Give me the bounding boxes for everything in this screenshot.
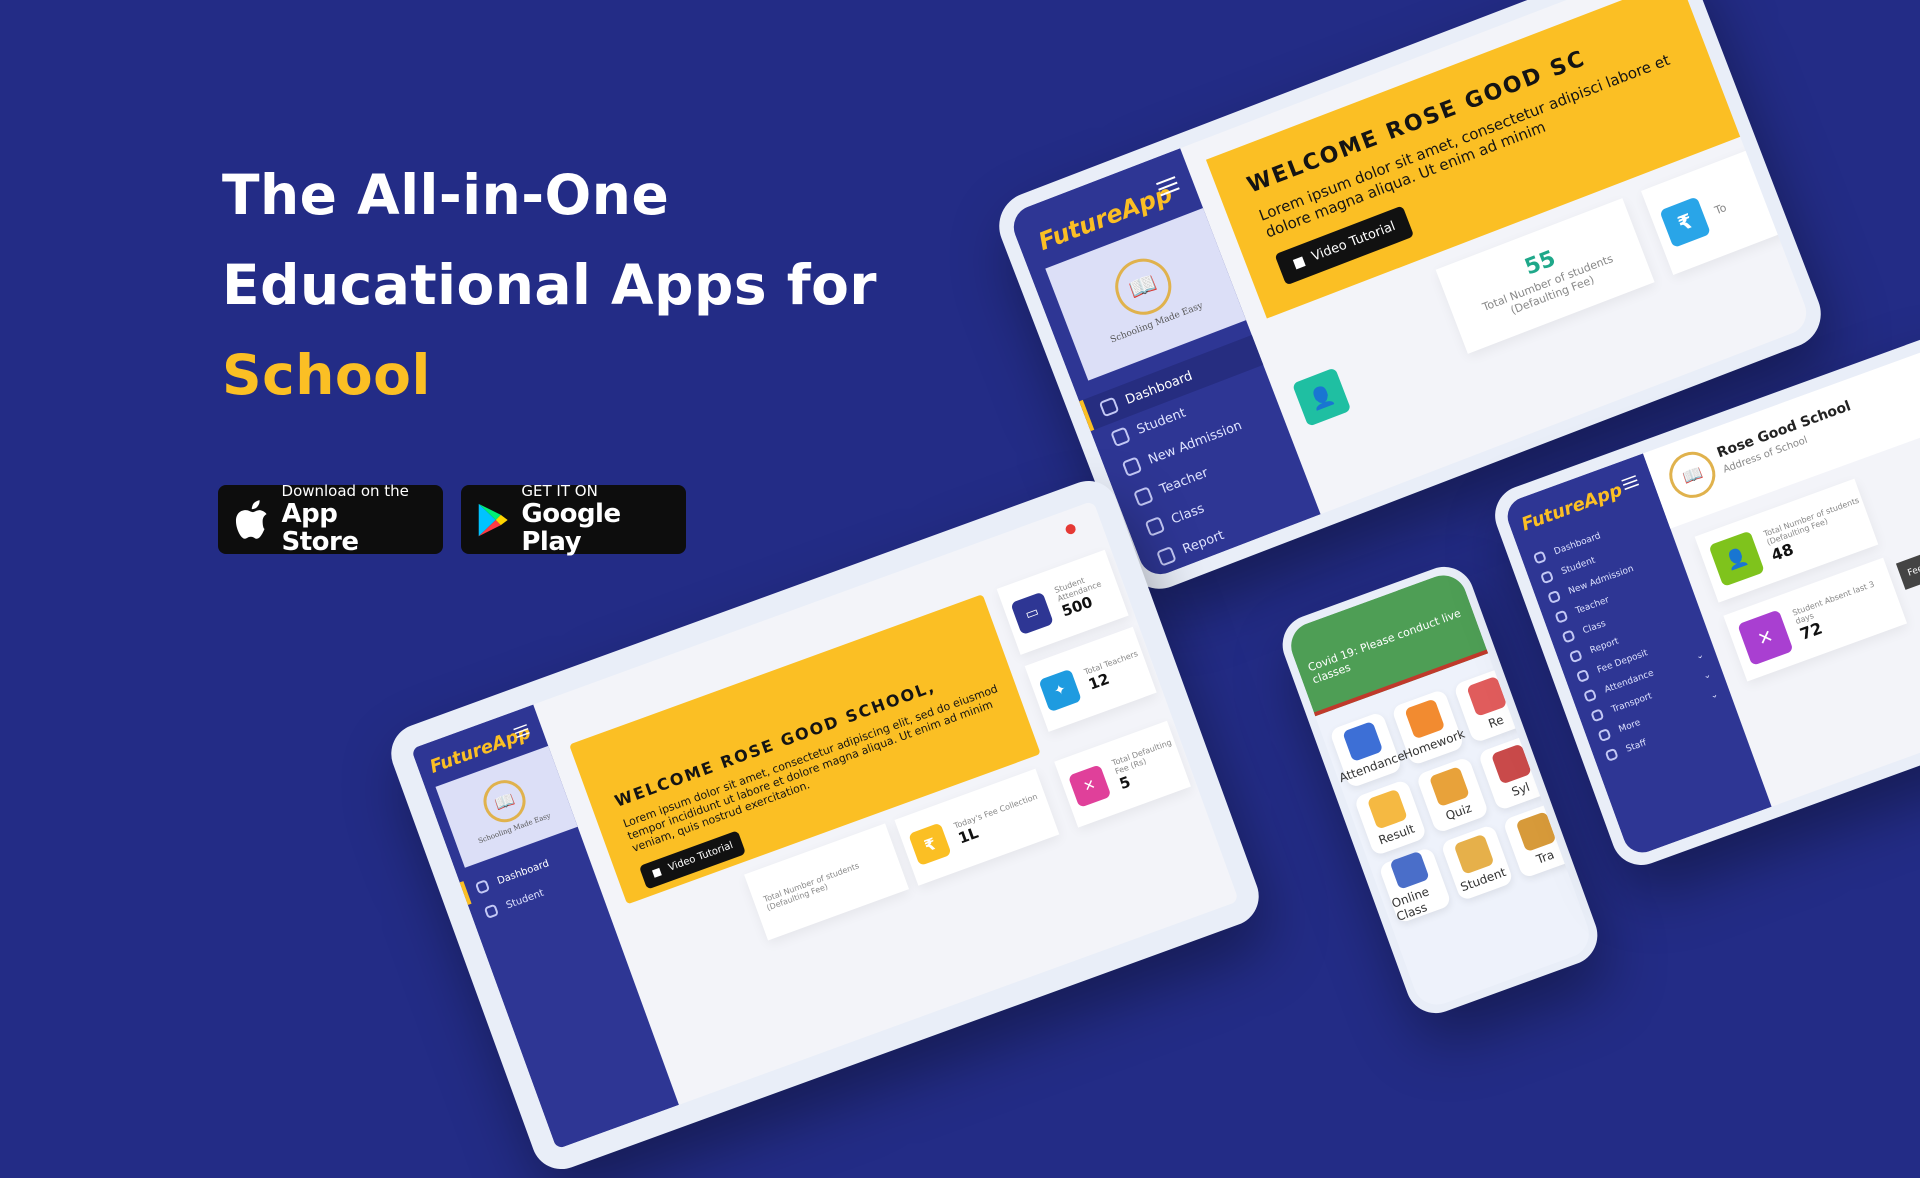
menu-label: Student [504,887,546,911]
tile-label: Quiz [1443,800,1474,824]
phone-banner-text: Covid 19: Please conduct live classes [1306,606,1463,687]
school-emblem-icon: 📖 [1662,445,1722,505]
google-play-label: Google Play [521,499,621,557]
chevron-down-icon: ⌄ [1694,649,1706,662]
hero-heading: The All-in-One Educational Apps for Scho… [222,150,982,420]
tablet-top-menu-icon[interactable] [1156,176,1180,197]
video-icon: ■ [650,866,664,880]
hero-line-2: Educational Apps for [222,253,878,317]
rupee-icon: ₹ [1659,196,1711,249]
tile-student[interactable]: Student [1440,823,1515,902]
app-store-small-label: Download on the [281,482,409,500]
more-icon [1597,728,1612,743]
fee-collection-bar: Fee Collection In [1895,515,1920,590]
laptop-monitor-icon: ▭ [1010,591,1054,636]
tile-label: Tra [1534,847,1557,867]
apple-icon [235,499,267,539]
tile-cut-2[interactable]: Syl [1477,733,1552,812]
tile-online-class[interactable]: Online Class [1378,846,1452,924]
syllabus-icon [1490,743,1532,785]
dashboard-icon [1098,396,1120,418]
chevron-down-icon: ⌄ [1708,689,1720,702]
tile-label: Syl [1509,779,1532,800]
student-card-icon: 👤 [1291,367,1352,427]
book-emblem-icon: 📖 [1106,250,1179,324]
quiz-icon [1428,766,1470,808]
rupee-icon: ₹ [908,822,952,867]
defaulting-fee-icon: ✕ [1067,764,1112,808]
student-icon [1453,833,1495,875]
admission-icon [1547,589,1562,605]
video-tutorial-label: Video Tutorial [1309,218,1398,265]
teacher-icon [1554,609,1569,624]
student-icon [1110,426,1131,448]
tile-attendance[interactable]: Attendance [1328,711,1407,789]
fee-collection-label: Fee Collection In [1906,544,1920,579]
laptop-card-defaulting-fee: ✕ Total Defaulting Fee (Rs) 5 [1054,720,1191,828]
fee-deposit-icon [1575,668,1591,683]
transport-icon [1590,708,1605,723]
tablet-right-menu-icon[interactable] [1621,475,1640,491]
staff-icon [1604,747,1619,762]
tile-quiz[interactable]: Quiz [1415,756,1490,834]
store-buttons: Download on the App Store GET IT ON Goog… [218,482,686,557]
menu-label: Dashboard [495,857,551,887]
notification-icon[interactable] [1064,522,1078,536]
google-play-small-label: GET IT ON [521,482,598,500]
admission-icon [1121,456,1143,478]
chevron-down-icon: ⌄ [1701,669,1713,682]
app-store-button[interactable]: Download on the App Store [218,482,443,557]
teachers-icon: ✦ [1038,668,1082,713]
menu-label: Class [1169,500,1207,527]
transport-icon [1515,811,1557,853]
app-store-label: App Store [281,499,359,557]
tile-cut-3[interactable]: Tra [1502,801,1577,879]
report-icon [1156,545,1177,567]
phone-tile-grid: Attendance Homework Re Result Quiz Syl O… [1328,666,1577,924]
laptop: FutureApp 📖 Schooling Made Easy Dashboar… [382,472,1268,1178]
hero-line-3: School [222,343,431,407]
tablet-top-fee-label: To [1712,200,1729,217]
student-icon: 👤 [1708,530,1765,587]
homework-icon [1404,698,1446,740]
result-icon [1366,788,1408,830]
google-play-icon [478,503,508,536]
report-icon [1568,649,1583,664]
class-icon [1144,516,1166,537]
dashboard-icon [474,879,491,895]
class-icon [1561,629,1576,644]
teacher-icon [1133,486,1154,507]
video-icon: ■ [1290,253,1308,272]
student-icon [1540,570,1555,585]
hero-line-1: The All-in-One [222,163,670,227]
online-class-icon [1389,850,1430,890]
tile-label: Re [1486,712,1506,731]
menu-label: Class [1581,618,1608,636]
absent-calendar-icon: ✕ [1737,609,1794,666]
tile-result[interactable]: Result [1353,778,1428,857]
attendance-icon [1342,720,1384,763]
menu-label: More [1617,717,1642,735]
google-play-button[interactable]: GET IT ON Google Play [461,482,686,557]
dashboard-icon [1532,550,1547,565]
attendance-icon [1583,688,1598,703]
student-icon [483,903,500,919]
card-label: Total Number of students (Defaulting Fee… [762,861,861,913]
report-icon [1466,675,1508,717]
fee-deposit-icon [1167,575,1189,581]
menu-label: Staff [1624,737,1648,755]
video-tutorial-label: Video Tutorial [667,840,735,874]
